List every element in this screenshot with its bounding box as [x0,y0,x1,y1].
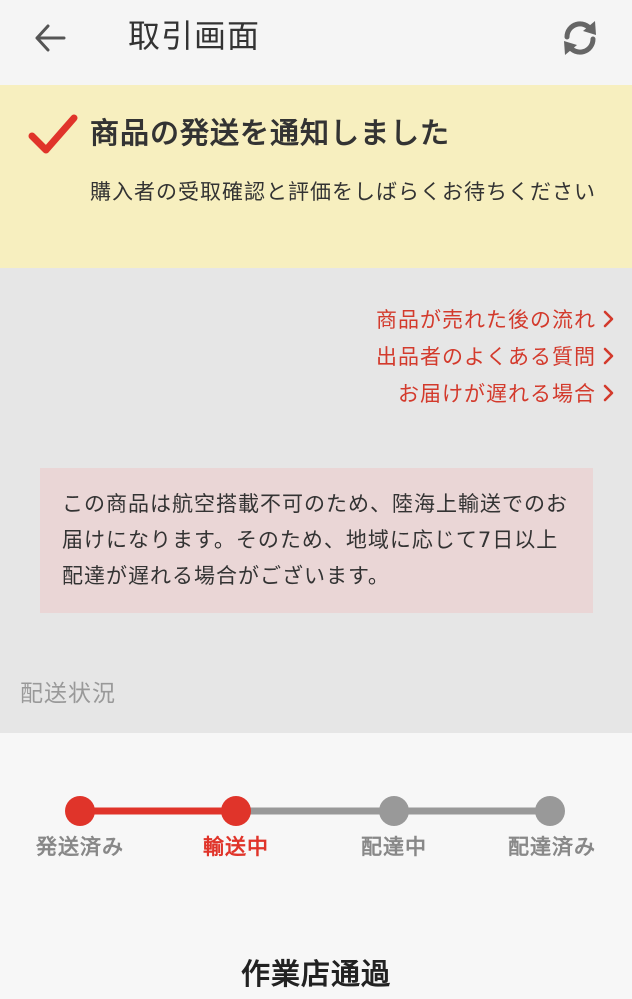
step-label-in-transit: 輸送中 [203,835,269,859]
notice-title: 商品の発送を通知しました [90,116,451,150]
step-dot-out-for-delivery [379,796,409,826]
current-status-text: 作業店通過 [240,957,391,991]
refresh-icon [564,21,596,55]
checkmark-icon [28,114,78,154]
link-flow-after-sale[interactable]: 商品が売れた後の流れ [376,300,614,337]
shipping-status-panel: 発送済み 輸送中 配達中 配達済み 作業店通過 [0,733,632,999]
notice-body: 購入者の受取確認と評価をしばらくお待ちください [90,180,596,204]
chevron-right-icon [603,384,614,401]
app-header: 取引画面 [0,0,632,85]
step-dot-shipped [65,796,95,826]
step-label-out-for-delivery: 配達中 [361,835,427,859]
back-button[interactable] [30,18,70,58]
step-label-delivered: 配達済み [508,835,596,859]
page-title: 取引画面 [128,17,261,55]
link-label: 商品が売れた後の流れ [376,307,596,332]
step-dot-delivered [535,796,565,826]
step-label-shipped: 発送済み [36,835,124,859]
chevron-right-icon [603,347,614,364]
section-label-shipping-status: 配送状況 [20,681,116,707]
delivery-warning-box: この商品は航空搭載不可のため、陸海上輸送でのお届けになります。そのため、地域に応… [40,468,593,613]
link-label: お届けが遅れる場合 [398,381,596,406]
link-label: 出品者のよくある質問 [376,344,596,369]
chevron-right-icon [603,310,614,327]
link-delivery-delay[interactable]: お届けが遅れる場合 [376,374,614,411]
step-dot-in-transit [221,796,251,826]
link-seller-faq[interactable]: 出品者のよくある質問 [376,337,614,374]
arrow-left-icon [35,24,66,52]
help-links: 商品が売れた後の流れ 出品者のよくある質問 お届けが遅れる場合 [376,300,614,411]
refresh-button[interactable] [556,14,604,62]
